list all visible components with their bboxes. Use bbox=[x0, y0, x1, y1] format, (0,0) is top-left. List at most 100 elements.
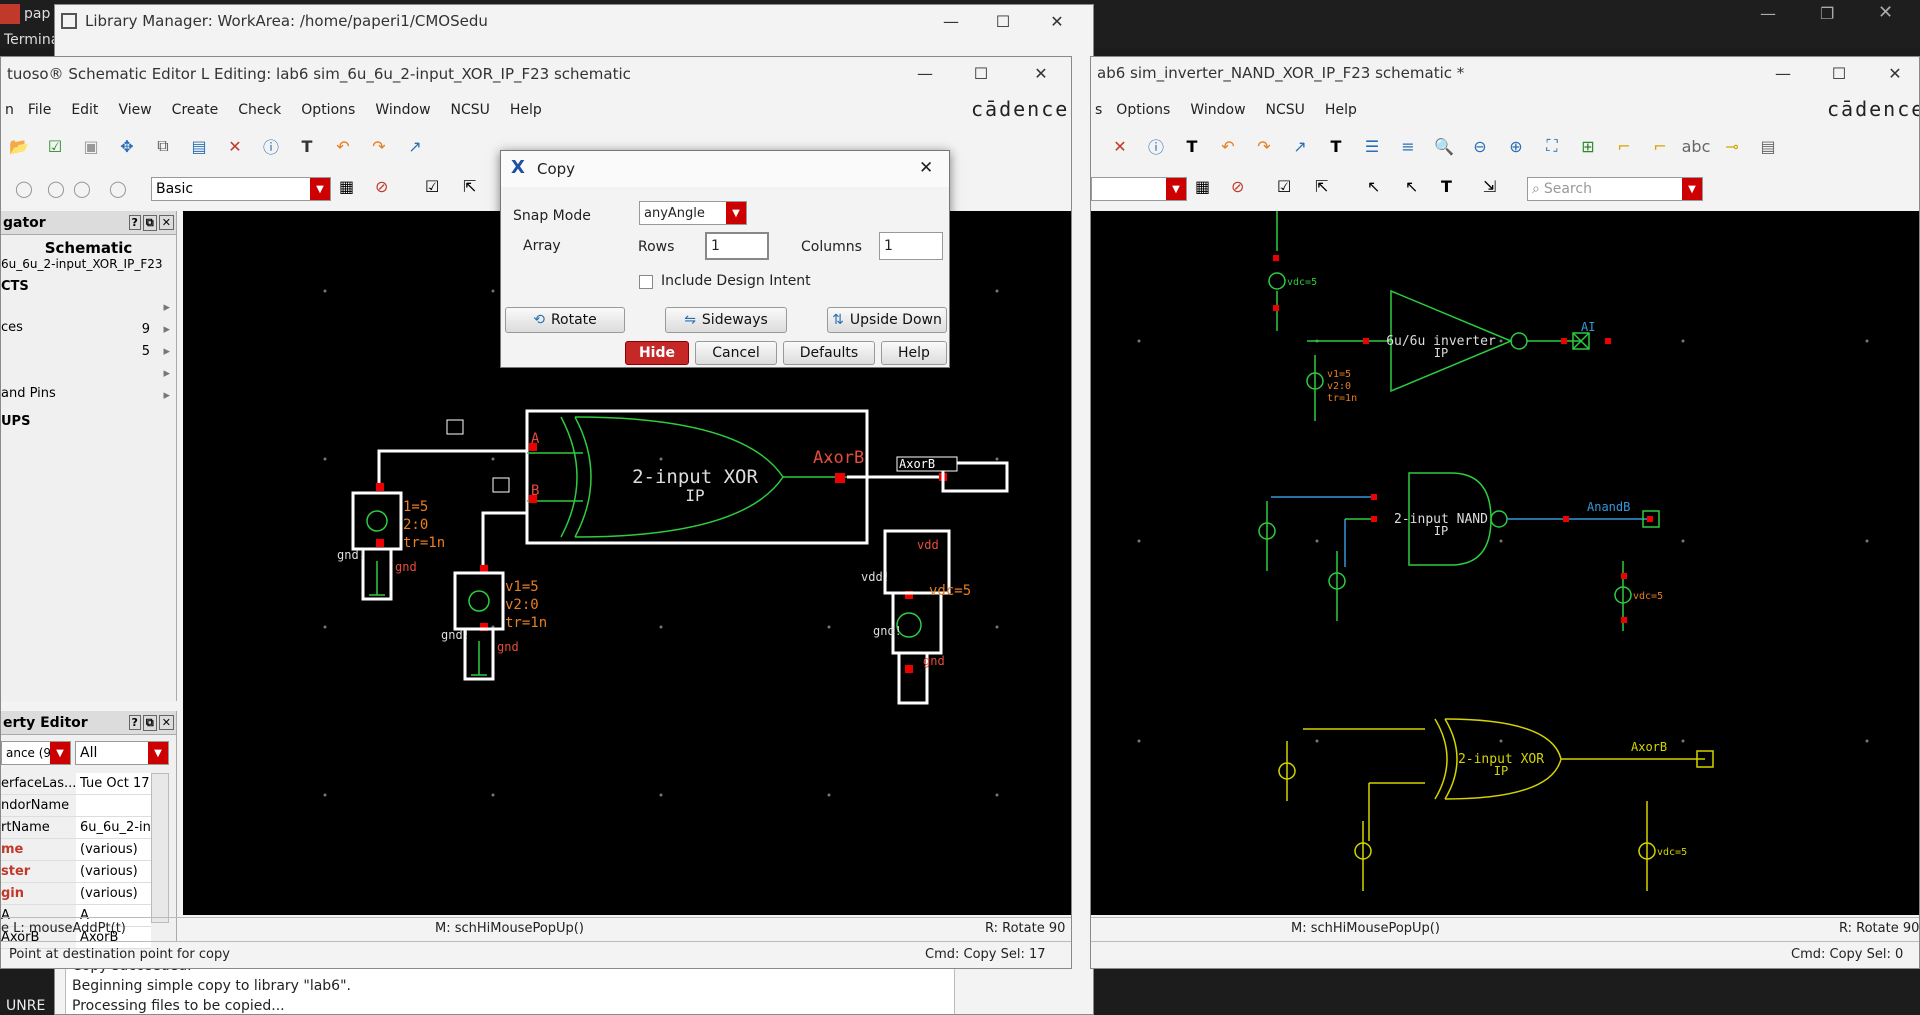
menu-options[interactable]: Options bbox=[291, 102, 365, 118]
all-filter-select[interactable]: All ▼ bbox=[75, 741, 169, 765]
menu-file[interactable]: File bbox=[18, 102, 61, 118]
delete-icon[interactable]: ✕ bbox=[1107, 133, 1133, 159]
app-icon[interactable] bbox=[0, 4, 20, 24]
maximize-button[interactable]: ☐ bbox=[955, 57, 1007, 89]
menu-help[interactable]: Help bbox=[500, 102, 552, 118]
nav-row[interactable]: ces 9 ▸ bbox=[1, 320, 176, 342]
close-button[interactable]: ✕ bbox=[919, 158, 933, 178]
fit-icon[interactable]: ⛶ bbox=[1539, 133, 1565, 159]
help-button[interactable]: Help bbox=[881, 341, 947, 365]
undo-icon[interactable]: ↶ bbox=[330, 133, 356, 159]
redo-icon[interactable]: ↷ bbox=[1251, 133, 1277, 159]
select-filter-icon[interactable]: ⇱ bbox=[1315, 177, 1328, 196]
redo-icon[interactable]: ↷ bbox=[366, 133, 392, 159]
property-row[interactable]: gin (various) bbox=[1, 883, 151, 905]
zoom-icon[interactable]: ◯ bbox=[15, 179, 33, 198]
search-input[interactable]: ⌕ Search ▼ bbox=[1527, 177, 1703, 201]
zoom-icon[interactable]: 🔍 bbox=[1431, 133, 1457, 159]
delete-icon[interactable]: ✕ bbox=[222, 133, 248, 159]
workspace-delete-icon[interactable]: ⊘ bbox=[1231, 177, 1244, 196]
library-manager-titlebar[interactable]: Library Manager: WorkArea: /home/paperi1… bbox=[55, 5, 1093, 37]
maximize-button[interactable]: ☐ bbox=[1813, 57, 1865, 89]
workspace-select[interactable]: ▼ bbox=[1091, 177, 1187, 201]
copy-dialog-titlebar[interactable]: X Copy ✕ bbox=[501, 151, 949, 187]
workspace-save-icon[interactable]: ▦ bbox=[1195, 177, 1210, 196]
menu-ncsu[interactable]: NCSU bbox=[1256, 102, 1315, 118]
canvas-scrollbar[interactable] bbox=[1071, 253, 1072, 813]
menu-view[interactable]: View bbox=[108, 102, 161, 118]
close-button[interactable]: ✕ bbox=[1869, 57, 1919, 89]
rotate-button[interactable]: ⟲ Rotate bbox=[505, 307, 625, 333]
distribute-icon[interactable]: ≡ bbox=[1395, 133, 1421, 159]
text-icon[interactable]: T bbox=[1179, 133, 1205, 159]
workspace-delete-icon[interactable]: ⊘ bbox=[375, 177, 388, 196]
stretch-icon[interactable]: ▤ bbox=[186, 133, 212, 159]
close-icon[interactable]: ✕ bbox=[158, 715, 174, 730]
property-row[interactable]: ster (various) bbox=[1, 861, 151, 883]
zoom-icon[interactable]: ◯ bbox=[73, 179, 91, 198]
minimize-button[interactable]: — bbox=[1757, 57, 1809, 89]
rows-input[interactable]: 1 bbox=[705, 232, 769, 260]
undo-icon[interactable]: ↶ bbox=[1215, 133, 1241, 159]
right-editor-titlebar[interactable]: ab6 sim_inverter_NAND_XOR_IP_F23 schemat… bbox=[1091, 57, 1919, 89]
right-schematic-canvas[interactable]: 6u/6u inverter IP 2-input NAND IP 2-inpu… bbox=[1091, 211, 1919, 915]
restore-icon[interactable]: ❐ bbox=[1820, 4, 1834, 23]
menu-window[interactable]: Window bbox=[1180, 102, 1255, 118]
property-row[interactable]: rtName 6u_6u_2-in bbox=[1, 817, 151, 839]
design-intent-checkbox[interactable] bbox=[639, 275, 653, 289]
move-icon[interactable]: ✥ bbox=[114, 133, 140, 159]
float-icon[interactable]: ⧉ bbox=[142, 714, 157, 731]
help-icon[interactable]: ? bbox=[128, 715, 141, 730]
menu-item[interactable]: n bbox=[1, 102, 18, 118]
hide-button[interactable]: Hide bbox=[625, 341, 689, 365]
pointer-icon[interactable]: ↖ bbox=[1405, 177, 1418, 196]
wire-icon[interactable]: ⌐ bbox=[1611, 133, 1637, 159]
menu-window[interactable]: Window bbox=[365, 102, 440, 118]
copy-icon[interactable]: ⧉ bbox=[150, 133, 176, 159]
menu-edit[interactable]: Edit bbox=[61, 102, 108, 118]
menu-create[interactable]: Create bbox=[162, 102, 229, 118]
pin-icon[interactable]: ⊸ bbox=[1719, 133, 1745, 159]
snap-mode-select[interactable]: anyAngle ▼ bbox=[639, 201, 747, 225]
pointer-icon[interactable]: ↖ bbox=[1367, 177, 1380, 196]
zoom-in-icon[interactable]: ⊕ bbox=[1503, 133, 1529, 159]
menu-ncsu[interactable]: NCSU bbox=[441, 102, 500, 118]
select-icon[interactable]: ↗ bbox=[402, 133, 428, 159]
property-row[interactable]: ndorName bbox=[1, 795, 151, 817]
sideways-button[interactable]: ⇋ Sideways bbox=[665, 307, 787, 333]
nav-row[interactable]: ▸ bbox=[1, 364, 176, 386]
defaults-button[interactable]: Defaults bbox=[783, 341, 875, 365]
property-scrollbar[interactable] bbox=[151, 773, 169, 923]
nav-row[interactable]: 5 ▸ bbox=[1, 342, 176, 364]
zoom-icon[interactable]: ◯ bbox=[47, 179, 65, 198]
select-filter-icon[interactable]: ⇱ bbox=[463, 177, 476, 196]
nav-row[interactable]: and Pins ▸ bbox=[1, 386, 176, 408]
select-mode-icon[interactable]: ☑ bbox=[1277, 177, 1291, 196]
wire-icon[interactable]: ⌐ bbox=[1647, 133, 1673, 159]
save-check-icon[interactable]: ☑ bbox=[42, 133, 68, 159]
select-mode-icon[interactable]: ☑ bbox=[425, 177, 439, 196]
menu-check[interactable]: Check bbox=[228, 102, 291, 118]
info-icon[interactable]: ⓘ bbox=[1143, 133, 1169, 159]
help-icon[interactable]: ? bbox=[128, 215, 141, 230]
zoom-out-icon[interactable]: ⊖ bbox=[1467, 133, 1493, 159]
zoom-icon[interactable]: ◯ bbox=[109, 179, 127, 198]
close-icon[interactable]: ✕ bbox=[158, 215, 174, 230]
minimize-icon[interactable]: — bbox=[1760, 4, 1776, 23]
text-icon[interactable]: T bbox=[1441, 177, 1452, 196]
save-icon[interactable]: ▣ bbox=[78, 133, 104, 159]
close-button[interactable]: ✕ bbox=[1015, 57, 1067, 89]
close-icon[interactable]: ✕ bbox=[1878, 2, 1893, 23]
instance-filter-select[interactable]: ance (9) ▼ bbox=[1, 741, 71, 765]
text-icon[interactable]: T bbox=[294, 133, 320, 159]
columns-input[interactable]: 1 bbox=[879, 232, 943, 260]
text-icon[interactable]: T bbox=[1323, 133, 1349, 159]
close-button[interactable]: ✕ bbox=[1031, 5, 1083, 37]
select-icon[interactable]: ↗ bbox=[1287, 133, 1313, 159]
add-instance-icon[interactable]: ⊞ bbox=[1575, 133, 1601, 159]
property-row[interactable]: me (various) bbox=[1, 839, 151, 861]
filter-icon[interactable]: ⇲ bbox=[1483, 177, 1496, 196]
left-editor-titlebar[interactable]: tuoso® Schematic Editor L Editing: lab6 … bbox=[1, 57, 1071, 91]
property-row[interactable]: erfaceLas... Tue Oct 17 bbox=[1, 773, 151, 795]
workspace-select[interactable]: Basic ▼ bbox=[151, 177, 331, 201]
